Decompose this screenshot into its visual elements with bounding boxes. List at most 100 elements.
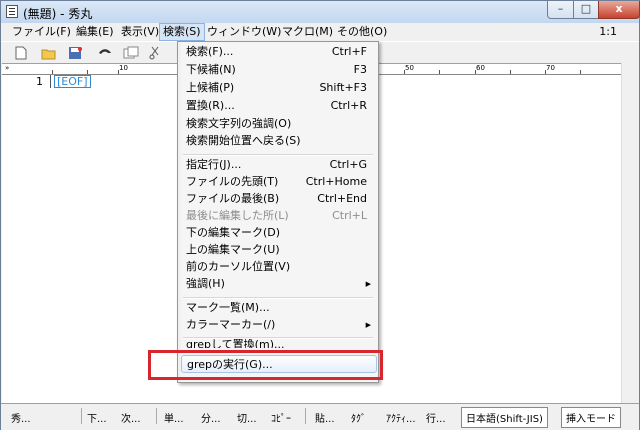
menu-file[interactable]: ファイル(F) (9, 24, 74, 40)
copy-icon[interactable] (123, 45, 139, 61)
menu-item-label: 検索文字列の強調(O) (186, 117, 292, 130)
save-icon[interactable] (67, 45, 83, 61)
menu-item-shortcut: F3 (353, 63, 367, 76)
ruler-tick (580, 70, 581, 74)
status-button-next[interactable]: 下... (87, 410, 107, 425)
menu-item-label: 上候補(P) (186, 81, 235, 94)
ruler-label-70: 70 (546, 64, 555, 72)
vertical-scrollbar[interactable] (621, 63, 638, 403)
status-button-split[interactable]: 分... (201, 410, 221, 425)
menu-search[interactable]: 検索(S) (159, 23, 205, 41)
status-button-copy[interactable]: ｺﾋﾟｰ (271, 410, 291, 425)
title-bar: (無題) - 秀丸 – □ x (1, 1, 640, 23)
submenu-arrow-icon: ▶ (365, 280, 371, 288)
menu-item-next-edit-mark[interactable]: 下の編集マーク(D) (181, 224, 377, 242)
status-button-line[interactable]: 行... (426, 410, 446, 425)
submenu-arrow-icon: ▶ (365, 321, 371, 329)
ruler-tick (52, 70, 53, 74)
close-button[interactable]: x (598, 1, 640, 19)
highlight-annotation-box (148, 350, 383, 380)
menu-edit[interactable]: 編集(E) (73, 24, 117, 40)
menu-item-goto-line[interactable]: 指定行(J)... Ctrl+G (181, 156, 377, 174)
maximize-button[interactable]: □ (573, 1, 599, 19)
ruler-tick (510, 70, 511, 74)
ruler-label-60: 60 (476, 64, 485, 72)
menu-item-highlight-search[interactable]: 検索文字列の強調(O) (181, 115, 377, 133)
line-number: 1 (36, 75, 43, 88)
ruler-tick (475, 70, 476, 74)
menu-window[interactable]: ウィンドウ(W) (204, 24, 284, 40)
undo-icon[interactable] (97, 45, 113, 61)
menu-item-label: 指定行(J)... (186, 158, 242, 171)
window-title: (無題) - 秀丸 (23, 7, 93, 21)
menu-item-label: 下候補(N) (186, 63, 236, 76)
menu-item-label: 上の編集マーク(U) (186, 243, 280, 256)
menu-item-prev-cursor[interactable]: 前のカーソル位置(V) (181, 258, 377, 276)
search-menu-dropdown: 検索(F)... Ctrl+F 下候補(N) F3 上候補(P) Shift+F3 置… (177, 41, 379, 383)
menu-item-mark-list[interactable]: マーク一覧(M)... (181, 299, 377, 317)
encoding-indicator[interactable]: 日本語(Shift-JIS) (461, 407, 548, 428)
menu-item-shortcut: Ctrl+F (331, 45, 367, 58)
eof-marker: [EOF] (54, 75, 91, 88)
menu-item-label: カラーマーカー(/) (186, 318, 276, 331)
ruler-start-marker: » (5, 64, 10, 72)
menu-item-label: ファイルの先頭(T) (186, 175, 279, 188)
status-button-active[interactable]: ｱｸﾃｨ... (386, 410, 416, 425)
editor-window: (無題) - 秀丸 – □ x ファイル(F) 編集(E) 表示(V) 検索(S… (0, 0, 640, 430)
menu-other[interactable]: その他(O) (334, 24, 390, 40)
new-file-icon[interactable] (13, 45, 29, 61)
menu-item-find-previous[interactable]: 上候補(P) Shift+F3 (181, 79, 377, 97)
open-folder-icon[interactable] (41, 45, 57, 61)
menu-item-last-edit: 最後に編集した所(L) Ctrl+L (181, 207, 377, 225)
menu-item-label: grepして置換(m)... (186, 339, 285, 348)
menu-bar: ファイル(F) 編集(E) 表示(V) 検索(S) ウィンドウ(W) マクロ(M… (1, 23, 639, 41)
menu-item-return-search-start[interactable]: 検索開始位置へ戻る(S) (181, 132, 377, 150)
menu-item-grep-replace[interactable]: grepして置換(m)... (181, 339, 377, 348)
menu-item-find-next[interactable]: 下候補(N) F3 (181, 61, 377, 79)
menu-item-label: 検索開始位置へ戻る(S) (186, 134, 301, 147)
ruler-tick (118, 70, 119, 74)
menu-item-label: 下の編集マーク(D) (186, 226, 281, 239)
minimize-button[interactable]: – (547, 1, 574, 19)
menu-item-label: 検索(F)... (186, 45, 234, 58)
gutter-divider (50, 75, 51, 88)
menu-item-shortcut: Ctrl+Home (305, 175, 367, 188)
menu-item-prev-edit-mark[interactable]: 上の編集マーク(U) (181, 241, 377, 259)
status-separator (305, 408, 306, 424)
status-separator (81, 408, 82, 424)
menu-item-file-top[interactable]: ファイルの先頭(T) Ctrl+Home (181, 173, 377, 191)
status-button-tag[interactable]: ﾀｸﾞ (351, 410, 366, 425)
menu-item-label: 置換(R)... (186, 99, 235, 112)
status-button-cut[interactable]: 切... (237, 410, 257, 425)
ruler-label-50: 50 (405, 64, 414, 72)
menu-item-shortcut: Ctrl+R (330, 99, 367, 112)
status-button-hide[interactable]: 秀... (11, 410, 31, 425)
menu-item-label: 強調(H) (186, 277, 225, 290)
menu-item-label: ファイルの最後(B) (186, 192, 280, 205)
menu-item-shortcut: Shift+F3 (319, 81, 367, 94)
ruler-label-10: 10 (119, 64, 128, 72)
menu-item-shortcut: Ctrl+L (332, 209, 367, 222)
menu-item-replace[interactable]: 置換(R)... Ctrl+R (181, 97, 377, 115)
status-separator (156, 408, 157, 424)
ruler-tick (545, 70, 546, 74)
menu-item-label: 前のカーソル位置(V) (186, 260, 291, 273)
menu-view[interactable]: 表示(V) (118, 24, 162, 40)
status-button-following[interactable]: 次... (121, 410, 141, 425)
menu-item-shortcut: Ctrl+G (329, 158, 367, 171)
status-bar: 秀... 下... 次... 単... 分... 切... ｺﾋﾟｰ 貼... … (1, 403, 639, 430)
ruler-tick (404, 70, 405, 74)
menu-item-color-marker[interactable]: カラーマーカー(/) ▶ (181, 316, 377, 334)
status-button-paste[interactable]: 貼... (315, 410, 335, 425)
menu-item-find[interactable]: 検索(F)... Ctrl+F (181, 43, 377, 61)
menu-item-emphasis[interactable]: 強調(H) ▶ (181, 275, 377, 293)
status-button-word[interactable]: 単... (164, 410, 184, 425)
menu-item-file-end[interactable]: ファイルの最後(B) Ctrl+End (181, 190, 377, 208)
ruler-tick (439, 70, 440, 74)
menu-macro[interactable]: マクロ(M) (279, 24, 336, 40)
insert-mode-indicator[interactable]: 挿入モード (561, 407, 621, 428)
cut-icon[interactable] (147, 45, 163, 61)
cursor-position: 1:1 (599, 25, 617, 38)
menu-item-label: 最後に編集した所(L) (186, 209, 289, 222)
hidemaru-app-icon[interactable] (6, 5, 18, 18)
